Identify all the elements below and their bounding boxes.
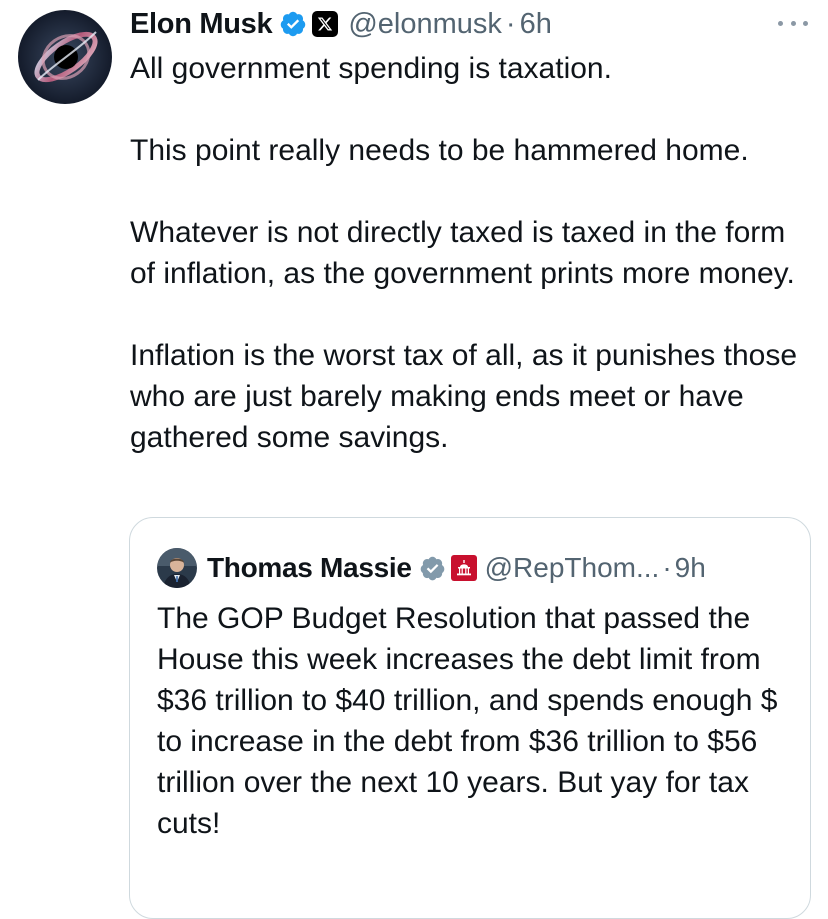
x-logo-icon [312, 11, 339, 37]
quoted-author-avatar[interactable] [157, 548, 197, 588]
author-name[interactable]: Elon Musk [130, 8, 273, 41]
tweet-header: Elon Musk @elonmusk · 6h [130, 4, 552, 44]
more-dot [790, 20, 796, 26]
author-handle[interactable]: @elonmusk [348, 8, 502, 41]
verified-badge-icon [279, 10, 307, 38]
person-avatar-icon [157, 548, 197, 588]
more-dot [778, 20, 783, 26]
quoted-tweet-card[interactable]: Thomas Massie @RepThom... · 9h The GOP B… [129, 517, 811, 919]
quoted-author-handle[interactable]: @RepThom... [485, 552, 660, 584]
tweet-paragraph: Inflation is the worst tax of all, as it… [130, 339, 798, 454]
more-dot [803, 20, 808, 26]
tweet-paragraph: Whatever is not directly taxed is taxed … [130, 216, 795, 290]
tweet-paragraph: All government spending is taxation. [130, 52, 612, 85]
more-options-icon[interactable] [778, 12, 808, 34]
quoted-tweet-timestamp[interactable]: 9h [675, 552, 706, 584]
black-hole-avatar-icon [18, 10, 112, 104]
tweet-paragraph: This point really needs to be hammered h… [130, 134, 749, 167]
quoted-tweet-text: The GOP Budget Resolution that passed th… [157, 602, 778, 840]
quoted-author-name[interactable]: Thomas Massie [207, 552, 412, 584]
verified-badge-gray-icon [419, 555, 446, 582]
separator-dot: · [505, 7, 516, 40]
separator-dot: · [662, 552, 672, 583]
tweet-timestamp[interactable]: 6h [520, 8, 552, 41]
quoted-tweet-header: Thomas Massie @RepThom... · 9h [157, 548, 706, 588]
us-capitol-badge-icon [450, 555, 477, 581]
author-avatar[interactable] [18, 10, 112, 104]
tweet-text: All government spending is taxation. Thi… [130, 48, 810, 458]
